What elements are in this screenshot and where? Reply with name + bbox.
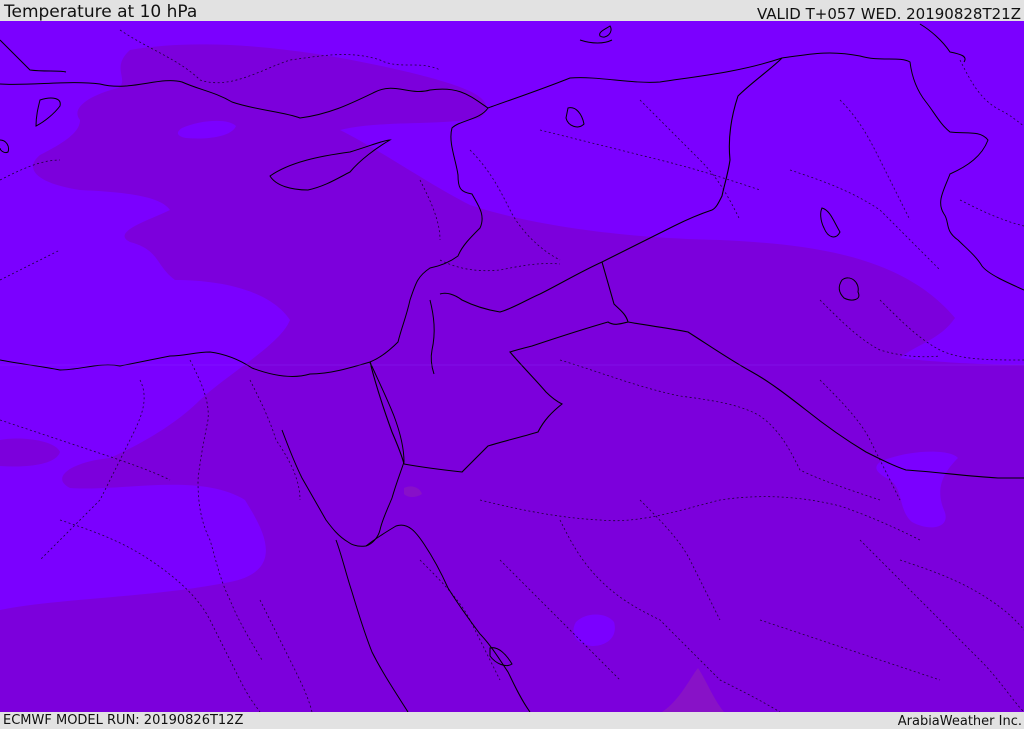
map-panel[interactable] xyxy=(0,21,1024,712)
map-canvas xyxy=(0,21,1024,712)
credit-label: ArabiaWeather Inc. xyxy=(897,714,1022,729)
bottom-bar: ECMWF MODEL RUN: 20190826T12Z ArabiaWeat… xyxy=(0,712,1024,729)
top-bar: Temperature at 10 hPa VALID T+057 WED. 2… xyxy=(0,0,1024,23)
model-run-label: ECMWF MODEL RUN: 20190826T12Z xyxy=(3,713,244,728)
map-title: Temperature at 10 hPa xyxy=(4,2,198,22)
valid-time: VALID T+057 WED. 20190828T21Z xyxy=(756,5,1021,23)
